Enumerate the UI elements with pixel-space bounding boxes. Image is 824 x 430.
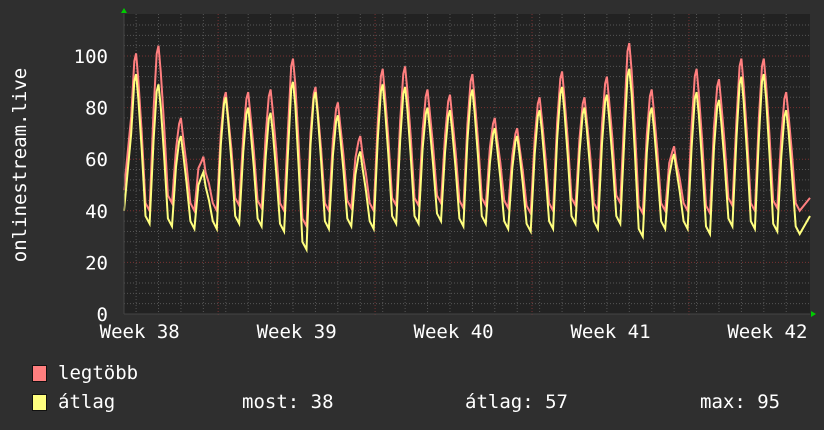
y-tick-label: 40: [85, 201, 108, 223]
y-tick-label: 80: [85, 98, 108, 120]
legend-swatch-max: [32, 365, 47, 382]
legend-maximum: max: 95: [700, 391, 781, 413]
x-axis-arrow-icon: [811, 311, 816, 317]
y-tick-label: 20: [85, 252, 108, 274]
y-tick-label: 60: [85, 149, 108, 171]
legend-label-max: legtöbb: [58, 362, 139, 384]
rrd-graph: 0 20 40 60 80 100 Week 38 Week 39 Week 40 Week 41…: [0, 0, 824, 430]
y-tick-label: 100: [74, 46, 108, 68]
legend-swatch-avg: [32, 394, 47, 411]
x-tick-label: Week 42: [727, 321, 807, 343]
legend-now: most: 38: [242, 391, 334, 413]
x-tick-label: Week 40: [414, 321, 494, 343]
x-tick-label: Week 38: [100, 321, 180, 343]
x-tick-label: Week 41: [570, 321, 650, 343]
legend-average: átlag: 57: [465, 391, 568, 413]
legend-label-avg: átlag: [58, 391, 116, 413]
x-tick-label: Week 39: [257, 321, 337, 343]
y-axis-arrow-icon: [121, 8, 127, 13]
y-axis-label: onlinestream.live: [9, 67, 31, 263]
